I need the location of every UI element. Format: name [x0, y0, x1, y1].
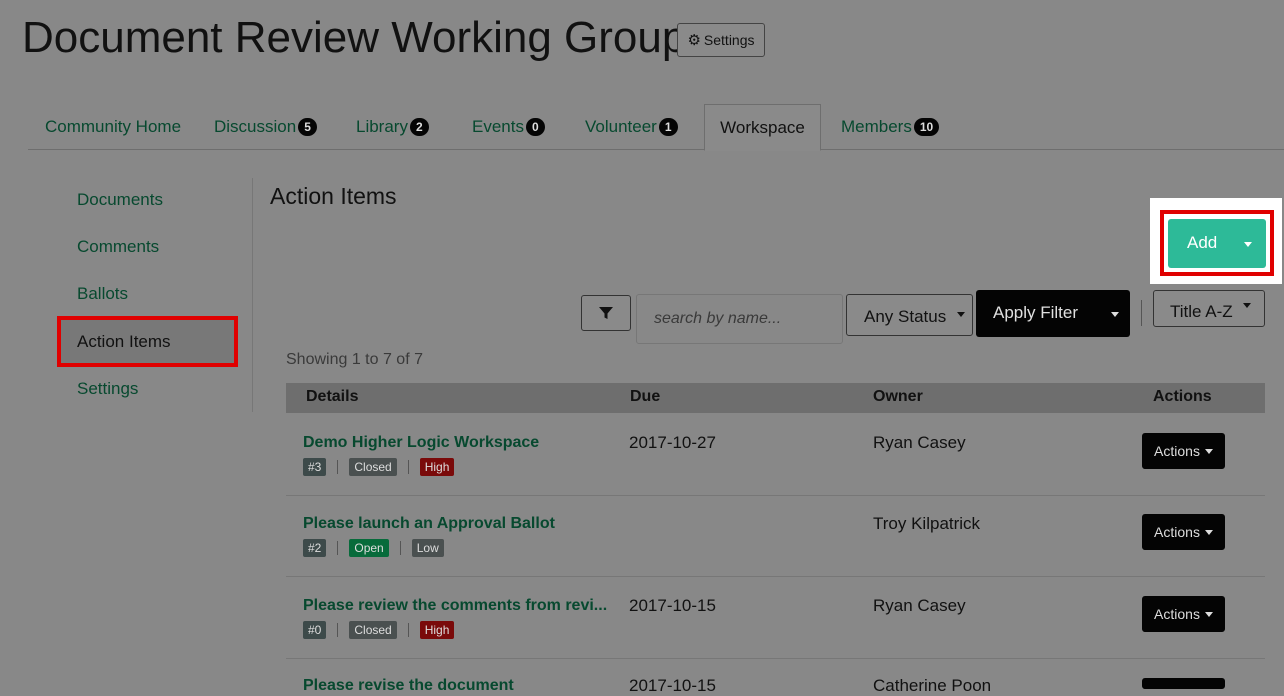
tab-members[interactable]: Members 10	[841, 104, 940, 149]
sort-select-value: Title A-Z	[1170, 301, 1233, 321]
tab-volunteer[interactable]: Volunteer 1	[585, 104, 678, 149]
priority-badge: Low	[411, 539, 444, 557]
id-badge: #3	[303, 458, 327, 476]
row-tags: #0 Closed High	[303, 621, 455, 639]
column-header-owner: Owner	[873, 388, 923, 405]
table-row	[286, 577, 1265, 658]
sidebar-item-action-items[interactable]: Action Items	[57, 316, 238, 367]
add-button-label: Add	[1187, 233, 1218, 252]
actions-button-label: Actions	[1154, 606, 1200, 622]
row-divider	[286, 658, 1265, 659]
sidebar-item-ballots[interactable]: Ballots	[77, 284, 128, 304]
count-badge: 10	[913, 117, 940, 136]
tabs-divider	[28, 149, 1284, 150]
tab-events[interactable]: Events 0	[472, 104, 545, 149]
status-select-value: Any Status	[864, 307, 947, 326]
sidebar-item-comments[interactable]: Comments	[77, 237, 159, 257]
tab-workspace[interactable]: Workspace	[704, 104, 821, 151]
status-badge: Closed	[349, 458, 397, 476]
tab-label: Community Home	[45, 116, 182, 136]
chevron-down-icon[interactable]	[1244, 242, 1252, 247]
tab-label: Workspace	[720, 117, 805, 137]
funnel-icon	[599, 307, 613, 319]
sidebar-divider	[252, 178, 253, 412]
actions-button-label: Actions	[1154, 524, 1200, 540]
row-title-link[interactable]: Demo Higher Logic Workspace	[303, 434, 539, 452]
count-badge: 5	[298, 117, 317, 136]
settings-button[interactable]: ⚙ Settings	[677, 23, 765, 57]
row-tags: #3 Closed High	[303, 458, 455, 476]
count-badge: 1	[658, 117, 678, 136]
tag-divider	[337, 623, 339, 637]
tag-divider	[399, 541, 401, 555]
chevron-down-icon	[957, 311, 966, 317]
status-select[interactable]: Any Status	[846, 294, 973, 336]
search-input[interactable]	[636, 294, 843, 344]
table-row	[286, 413, 1265, 495]
row-owner: Ryan Casey	[873, 433, 966, 452]
tab-library[interactable]: Library 2	[356, 104, 429, 149]
tab-discussion[interactable]: Discussion 5	[214, 104, 317, 149]
chevron-down-icon	[1242, 303, 1251, 308]
apply-filter-button[interactable]: Apply Filter	[976, 290, 1130, 337]
filter-toggle-button[interactable]	[581, 295, 631, 331]
section-title: Action Items	[270, 183, 397, 209]
priority-badge: High	[419, 621, 455, 639]
column-header-due: Due	[630, 388, 661, 405]
actions-button-label: Actions	[1154, 443, 1200, 459]
chevron-down-icon	[1204, 611, 1213, 617]
column-header-actions: Actions	[1153, 388, 1212, 405]
row-title-link[interactable]: Please review the comments from revi...	[303, 597, 607, 615]
row-actions-button[interactable]: Actions	[1142, 433, 1225, 469]
tag-divider	[407, 623, 409, 637]
row-actions-button[interactable]: Actions	[1142, 514, 1225, 550]
tag-divider	[407, 460, 409, 474]
count-badge: 2	[409, 117, 429, 136]
row-owner: Ryan Casey	[873, 596, 966, 615]
apply-filter-label: Apply Filter	[993, 303, 1079, 322]
row-title-link[interactable]: Please launch an Approval Ballot	[303, 515, 555, 533]
tab-label: Discussion	[214, 116, 297, 136]
column-header-details: Details	[306, 388, 359, 405]
row-actions-button[interactable]: Actions	[1142, 596, 1225, 632]
row-title-link[interactable]: Please revise the document	[303, 677, 514, 695]
table-row	[286, 496, 1265, 576]
chevron-down-icon	[1204, 448, 1213, 454]
row-owner: Troy Kilpatrick	[873, 514, 981, 533]
tab-label: Members	[841, 116, 912, 136]
row-tags: #2 Open Low	[303, 539, 444, 557]
priority-badge: High	[419, 458, 455, 476]
row-due-date: 2017-10-15	[629, 596, 716, 615]
tab-label: Events	[472, 116, 524, 136]
table-header	[286, 383, 1265, 413]
row-owner: Catherine Poon	[873, 676, 992, 695]
sidebar-item-label: Action Items	[77, 331, 171, 351]
tab-label: Library	[356, 116, 408, 136]
id-badge: #2	[303, 539, 327, 557]
row-actions-button[interactable]	[1142, 678, 1225, 689]
tag-divider	[337, 541, 339, 555]
id-badge: #0	[303, 621, 327, 639]
sidebar-item-documents[interactable]: Documents	[77, 190, 163, 210]
tag-divider	[337, 460, 339, 474]
row-due-date: 2017-10-27	[629, 433, 716, 452]
status-badge: Closed	[349, 621, 397, 639]
results-count: Showing 1 to 7 of 7	[286, 351, 423, 368]
chevron-down-icon[interactable]	[1111, 312, 1119, 317]
count-badge: 0	[525, 117, 545, 136]
page-title: Document Review Working Group	[22, 13, 687, 62]
tab-community-home[interactable]: Community Home	[45, 104, 181, 149]
tab-label: Volunteer	[585, 116, 657, 136]
add-button[interactable]: Add	[1168, 219, 1266, 268]
sort-divider	[1141, 300, 1142, 326]
row-due-date: 2017-10-15	[629, 676, 716, 695]
sidebar-item-settings[interactable]: Settings	[77, 379, 138, 399]
status-badge: Open	[349, 539, 389, 557]
sort-select[interactable]: Title A-Z	[1153, 290, 1265, 327]
chevron-down-icon	[1204, 529, 1213, 535]
gear-icon: ⚙	[687, 32, 701, 49]
settings-button-label: Settings	[703, 32, 755, 48]
